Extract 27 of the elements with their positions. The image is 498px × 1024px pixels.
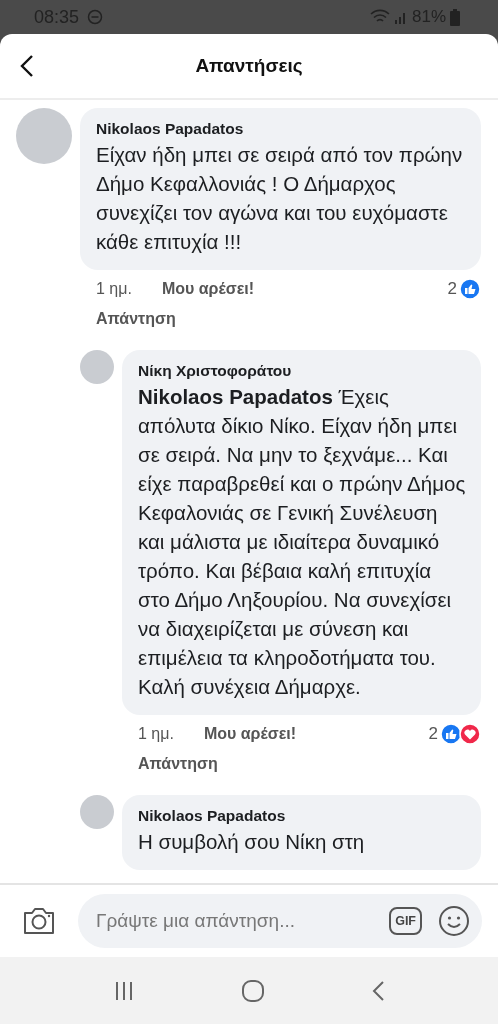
comment-time: 1 ημ. xyxy=(138,725,174,743)
reply-link[interactable]: Απάντηση xyxy=(80,300,481,328)
gif-button[interactable]: GIF xyxy=(389,907,422,935)
comment-text: Nikolaos Papadatos Έχεις απόλυτα δίκιο Νίκο. Είχαν ήδη μπει σε σειρά. Να μην το ξεχνάμε... Και είχε παραβρεθεί και ο πρώην Δήμος Κεφαλονιάς σε Γενική Συνέλευση και μάλιστα με ιδιαίτερα δυναμικό τρόπο. Και βέβαια καλή επιτυχία στο Δήμο Ληξουρίου. Να συνεχίσει να διαχειρίζεται με σύνεση και επιμέλεια τα κληροδοτήματα του. Καλή συνέχεια Δήμαρχε. xyxy=(138,384,467,700)
comment-text: Η συμβολή σου Νίκη στη xyxy=(138,829,366,855)
reaction-count: 2 xyxy=(428,724,438,744)
battery-icon xyxy=(450,8,460,26)
reaction-count: 2 xyxy=(447,279,457,299)
author-name[interactable]: Νίκη Χριστοφοράτου xyxy=(138,362,467,380)
like-reaction-icon xyxy=(459,278,481,300)
reply-input-field[interactable]: Γράψτε μια απάντηση... GIF xyxy=(78,894,482,948)
camera-icon[interactable] xyxy=(22,906,56,936)
author-name[interactable]: Nikolaos Papadatos xyxy=(96,120,467,138)
like-reaction-icon xyxy=(440,723,462,745)
emoji-icon[interactable] xyxy=(438,905,470,937)
page-title: Απαντήσεις xyxy=(195,55,303,77)
do-not-disturb-icon xyxy=(87,9,104,25)
recent-apps-icon[interactable] xyxy=(113,979,135,1002)
reply-link[interactable]: Απάντηση xyxy=(122,745,481,773)
heart-reaction-icon xyxy=(459,723,481,745)
like-link[interactable]: Μου αρέσει! xyxy=(161,280,255,298)
like-link[interactable]: Μου αρέσει! xyxy=(203,725,297,743)
comment-time: 1 ημ. xyxy=(96,280,132,298)
author-name[interactable]: Nikolaos Papadatos xyxy=(138,807,467,825)
home-icon[interactable] xyxy=(241,978,265,1003)
comment-text: Είχαν ήδη μπει σε σειρά από τον πρώην Δήμο Κεφαλλονιάς ! Ο Δήμαρχος συνεχίζει τον αγώνα και του ευχόμαστε κάθε επιτυχία !!! xyxy=(96,142,464,255)
back-icon[interactable] xyxy=(371,979,385,1002)
